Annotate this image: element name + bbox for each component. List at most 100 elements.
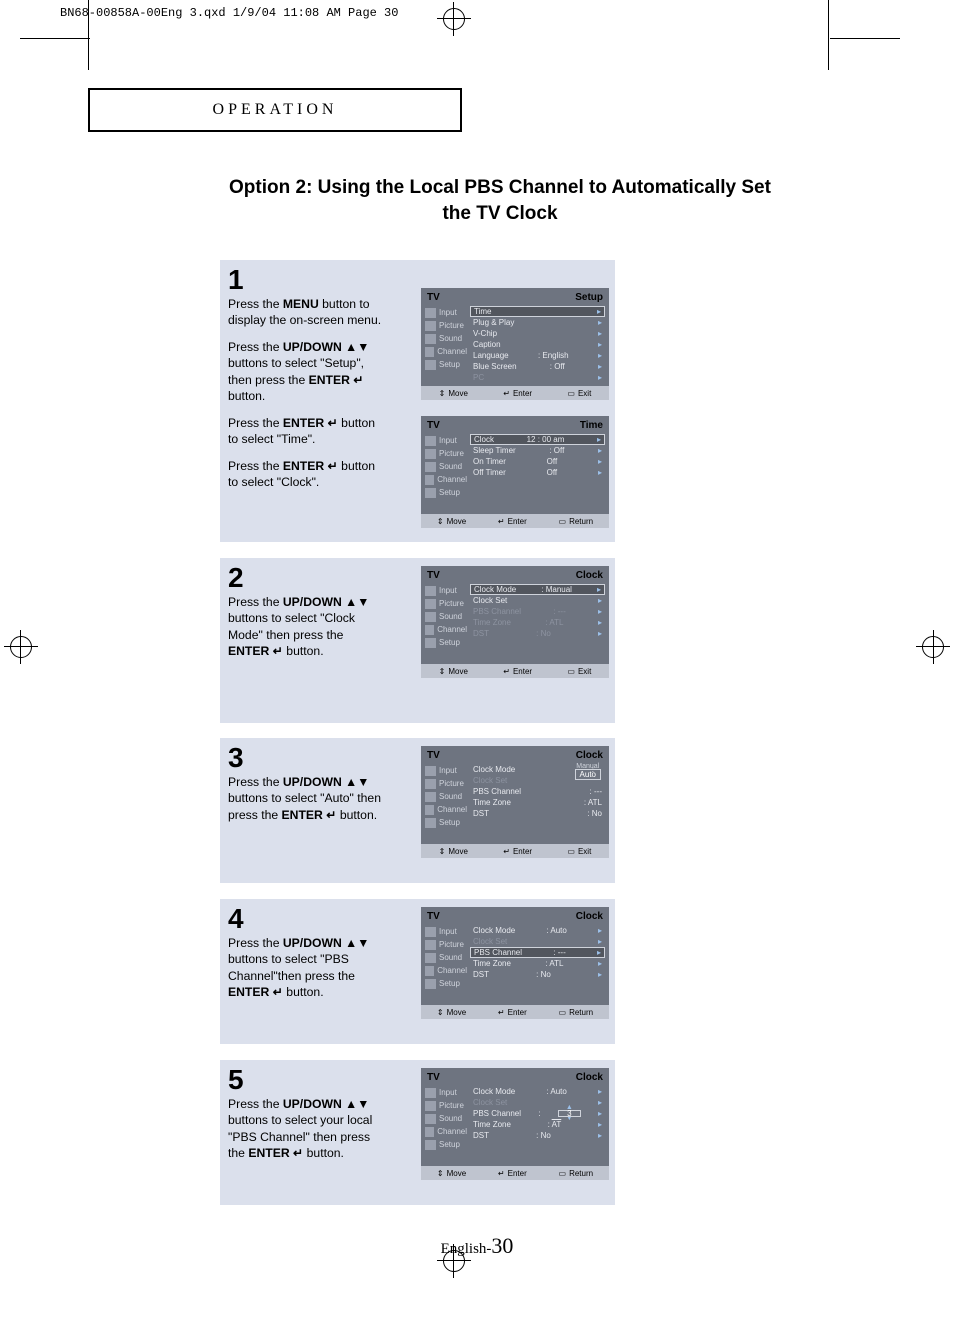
enter-icon: ↵ (503, 847, 510, 856)
input-icon (425, 586, 436, 596)
sound-icon (425, 612, 436, 622)
move-icon: ⇕ (439, 667, 446, 676)
step-4: 4 Press the UP/DOWN ▲▼ buttons to select… (220, 899, 615, 1044)
step-1-text: Press the MENU button to display the on-… (228, 296, 388, 491)
tv-clock-pbs-select: TVClock Input Picture Sound Channel Setu… (421, 1068, 609, 1180)
picture-icon (425, 940, 436, 950)
enter-icon: ↵ (503, 667, 510, 676)
input-icon (425, 436, 436, 446)
picture-icon (425, 779, 436, 789)
setup-icon (425, 488, 436, 498)
picture-icon (425, 449, 436, 459)
menu-row: Clock Mode : Manual Auto (470, 764, 605, 775)
menu-row: Off TimerOff▸ (470, 467, 605, 478)
tv-clock-title: Clock (576, 570, 603, 581)
menu-row: Clock Set▸ (470, 595, 605, 606)
tv-time-title: Time (580, 420, 603, 431)
move-icon: ⇕ (437, 1169, 444, 1178)
menu-row: Time Zone: AT▸ (470, 1119, 605, 1130)
reg-mark-right-v (933, 630, 934, 664)
tv-setup-main: Time▸ Plug & Play▸ V-Chip▸ Caption▸ Lang… (470, 306, 605, 383)
menu-row: PBS Channel: --- (470, 786, 605, 797)
picture-icon (425, 321, 436, 331)
menu-row: Time▸ (470, 306, 605, 317)
crop-tr-v (828, 0, 829, 70)
sound-icon (425, 953, 436, 963)
menu-row: Time Zone: ATL (470, 797, 605, 808)
tv-sidebar: Input Picture Sound Channel Setup (425, 306, 467, 371)
channel-icon (425, 966, 434, 976)
reg-mark-left (10, 636, 32, 658)
channel-icon (425, 625, 434, 635)
reg-mark-left-v (20, 630, 21, 664)
menu-row: Clock Mode: Auto▸ (470, 1086, 605, 1097)
channel-icon (425, 805, 434, 815)
reg-mark-bottom-h (437, 1260, 471, 1261)
tv-clock-auto-pbs: TVClock Input Picture Sound Channel Setu… (421, 907, 609, 1019)
menu-row: Plug & Play▸ (470, 317, 605, 328)
picture-icon (425, 1101, 436, 1111)
input-icon (425, 766, 436, 776)
step-2-text: Press the UP/DOWN ▲▼ buttons to select "… (228, 594, 388, 660)
tv-clock-manual: TVClock Input Picture Sound Channel Setu… (421, 566, 609, 678)
step-5-text: Press the UP/DOWN ▲▼ buttons to select y… (228, 1096, 388, 1162)
setup-icon (425, 818, 436, 828)
step-3-text: Press the UP/DOWN ▲▼ buttons to select "… (228, 774, 388, 823)
step-5: 5 Press the UP/DOWN ▲▼ buttons to select… (220, 1060, 615, 1205)
move-icon: ⇕ (437, 1008, 444, 1017)
pbs-value-box: 3 (558, 1110, 580, 1117)
setup-icon (425, 638, 436, 648)
option-title: Option 2: Using the Local PBS Channel to… (220, 175, 780, 226)
operation-label: OPERATION (213, 101, 338, 119)
exit-icon: ▭ (567, 389, 575, 398)
input-icon (425, 308, 436, 318)
menu-row: Caption▸ (470, 339, 605, 350)
page-footer: English-30 (0, 1233, 954, 1259)
menu-row: Time Zone: ATL▸ (470, 958, 605, 969)
step-4-text: Press the UP/DOWN ▲▼ buttons to select "… (228, 935, 388, 1001)
menu-row: Clock Mode: Manual▸ (470, 584, 605, 595)
tv-footer: ⇕Move ↵Enter ▭Exit (421, 386, 609, 400)
setup-icon (425, 979, 436, 989)
menu-row: Clock12 : 00 am▸ (470, 434, 605, 445)
menu-row: V-Chip▸ (470, 328, 605, 339)
tv-label: TV (427, 292, 440, 303)
tv-setup: TVSetup Input Picture Sound Channel Setu… (421, 288, 609, 400)
operation-box: OPERATION (88, 88, 462, 132)
crop-tr-h (830, 38, 900, 39)
step-1: 1 Press the MENU button to display the o… (220, 260, 615, 542)
input-icon (425, 927, 436, 937)
step-2: 2 Press the UP/DOWN ▲▼ buttons to select… (220, 558, 615, 723)
menu-row: DST: No▸ (470, 969, 605, 980)
page-number: 30 (491, 1233, 513, 1258)
reg-mark-top (443, 8, 465, 30)
enter-icon: ↵ (498, 1008, 505, 1017)
menu-row: PBS Channel : ▲ 3 ▼ ▸ (470, 1108, 605, 1119)
move-icon: ⇕ (439, 389, 446, 398)
reg-mark-top-h (437, 18, 471, 19)
channel-icon (425, 347, 434, 357)
move-icon: ⇕ (437, 517, 444, 526)
menu-row: On TimerOff▸ (470, 456, 605, 467)
sound-icon (425, 792, 436, 802)
reg-mark-left-h (4, 646, 38, 647)
enter-icon: ↵ (503, 389, 510, 398)
menu-row: Blue Screen: Off▸ (470, 361, 605, 372)
menu-row: Clock Set▸ (470, 1097, 605, 1108)
menu-row: DST: No▸ (470, 1130, 605, 1141)
step-3: 3 Press the UP/DOWN ▲▼ buttons to select… (220, 738, 615, 883)
menu-row: Clock Mode: Auto▸ (470, 925, 605, 936)
file-header: BN68-00858A-00Eng 3.qxd 1/9/04 11:08 AM … (60, 6, 398, 20)
page-container: BN68-00858A-00Eng 3.qxd 1/9/04 11:08 AM … (0, 0, 954, 1329)
tv-time-main: Clock12 : 00 am▸ Sleep Timer: Off▸ On Ti… (470, 434, 605, 478)
setup-icon (425, 360, 436, 370)
page-footer-prefix: English- (441, 1241, 492, 1257)
menu-row: Time Zone: ATL▸ (470, 617, 605, 628)
return-icon: ▭ (559, 517, 567, 526)
menu-row: PC▸ (470, 372, 605, 383)
menu-row: DST: No▸ (470, 628, 605, 639)
enter-icon: ↵ (498, 1169, 505, 1178)
channel-icon (425, 1127, 434, 1137)
move-icon: ⇕ (439, 847, 446, 856)
channel-icon (425, 475, 434, 485)
